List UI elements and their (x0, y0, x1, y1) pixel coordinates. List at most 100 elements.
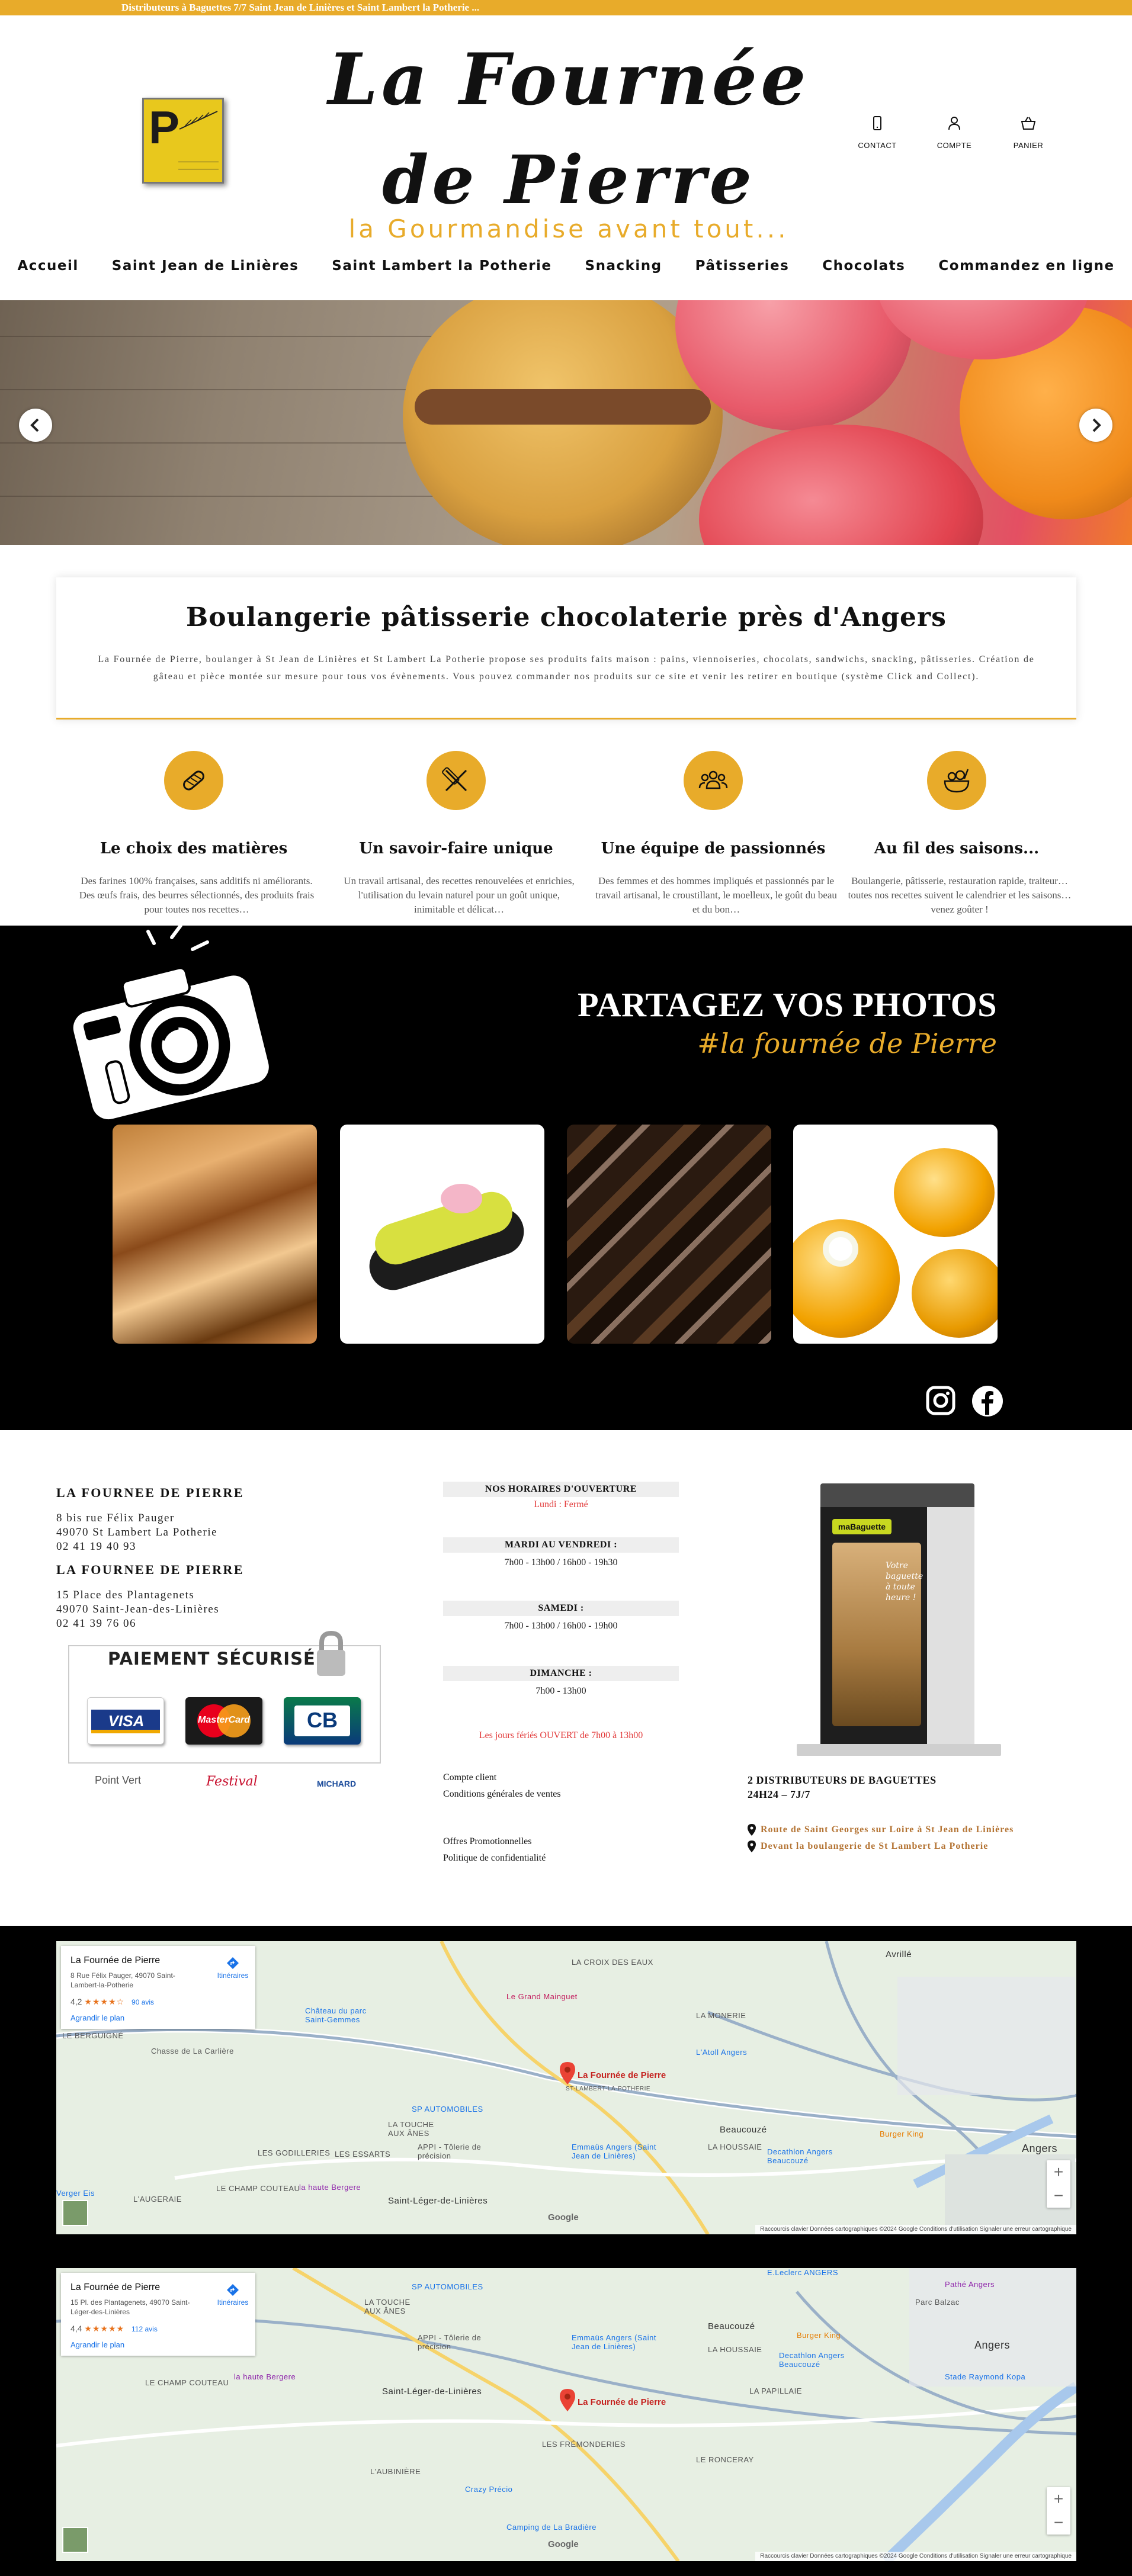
shop-phone[interactable]: 02 41 39 76 06 (56, 1617, 244, 1631)
slider-prev-button[interactable] (19, 409, 52, 442)
feature-saisons: Au fil des saisons... Boulangerie, pâtis… (838, 751, 1075, 917)
hours-block: SAMEDI : 7h00 - 13h00 / 16h00 - 19h00 (443, 1601, 679, 1631)
map-place-label: Stade Raymond Kopa (945, 2372, 1026, 2381)
shop-street: 15 Place des Plantagenets (56, 1589, 195, 1601)
secure-payment-box: PAIEMENT SÉCURISÉ VISA MasterCard CB (68, 1631, 381, 1764)
nav-item-patisseries[interactable]: Pâtisseries (679, 258, 806, 277)
map-marker-icon (560, 2062, 575, 2084)
map-place-label: Emmaüs Angers (Saint Jean de Linières) (572, 2143, 656, 2160)
map-zoom-control[interactable]: + − (1047, 2160, 1070, 2208)
distributor-link-2[interactable]: Devant la boulangerie de St Lambert La P… (748, 1838, 1014, 1855)
map-place-label: Burger King (797, 2331, 841, 2340)
contact-link[interactable]: CONTACT (848, 115, 907, 150)
photo-thumb-pastry[interactable] (340, 1125, 544, 1344)
camera-icon (70, 926, 271, 1121)
brand-title-line1[interactable]: La Fournée (308, 41, 829, 118)
map-place-label: Beaucouzé (720, 2125, 767, 2135)
announcement-text[interactable]: Distributeurs à Baguettes 7/7 Saint Jean… (121, 2, 479, 14)
feature-matieres: Le choix des matières Des farines 100% f… (75, 751, 314, 917)
map-attribution[interactable]: Raccourcis clavier Données cartographiqu… (755, 2225, 1076, 2234)
feature-equipe: Une équipe de passionnés Des femmes et d… (595, 751, 837, 917)
facebook-icon[interactable] (971, 1385, 1003, 1417)
distributor-link-1[interactable]: Route de Saint Georges sur Loire à St Je… (748, 1822, 1014, 1838)
shop-city: 49070 St Lambert La Potherie (56, 1526, 218, 1538)
star-rating-icon: ★★★★★ (84, 2324, 125, 2333)
link-offres[interactable]: Offres Promotionnelles (443, 1833, 546, 1850)
opening-hours: NOS HORAIRES D'OUVERTURE Lundi : Fermé (443, 1482, 679, 1510)
link-confidentialite[interactable]: Politique de confidentialité (443, 1850, 546, 1867)
map-reviews-link[interactable]: 112 avis (132, 2325, 158, 2333)
partner-logo-festival: Festival (206, 1774, 258, 1789)
map-place-label: Camping de La Bradière (506, 2523, 597, 2532)
map-place-label: Angers (1022, 2143, 1058, 2154)
site-logo[interactable]: P (142, 98, 224, 184)
map-place-label: ST-LAMBERT-LA-POTHERIE (566, 2086, 651, 2092)
map-enlarge-link[interactable]: Agrandir le plan (70, 2013, 124, 2022)
shop-city: 49070 Saint-Jean-des-Linières (56, 1603, 220, 1615)
nav-item-saint-lambert[interactable]: Saint Lambert la Potherie (315, 258, 568, 277)
nav-item-commandez[interactable]: Commandez en ligne (922, 258, 1131, 277)
map-place-label: LE RONCERAY (696, 2455, 754, 2464)
map-place-label: E.Leclerc ANGERS (767, 2268, 838, 2277)
map-place-label: L'Atoll Angers (696, 2048, 748, 2057)
rolling-pin-icon (442, 767, 467, 792)
map-saint-lambert[interactable]: La Fournée de Pierre 8 Rue Félix Pauger,… (56, 1941, 1076, 2234)
map-place-label: Avrillé (886, 1949, 912, 1960)
hours-time: 7h00 - 13h00 / 16h00 - 19h30 (504, 1557, 618, 1568)
baguette-machine-image: maBaguette Votre baguette à toute heure … (797, 1483, 1001, 1756)
shop-phone[interactable]: 02 41 19 40 93 (56, 1540, 244, 1554)
map-place-address: 15 Pl. des Plantagenets, 49070 Saint-Lég… (70, 2298, 190, 2316)
map-directions-button[interactable]: Itinéraires (215, 2283, 251, 2307)
directions-icon (227, 1957, 239, 1969)
hours-day: MARDI AU VENDREDI : (443, 1537, 679, 1553)
nav-item-saint-jean[interactable]: Saint Jean de Linières (95, 258, 316, 277)
hours-holiday-text: Les jours fériés OUVERT de 7h00 à 13h00 (479, 1730, 643, 1740)
map-saint-jean[interactable]: La Fournée de Pierre 15 Pl. des Plantage… (56, 2268, 1076, 2561)
map-place-address: 8 Rue Félix Pauger, 49070 Saint-Lambert-… (70, 1971, 175, 1989)
map-enlarge-link[interactable]: Agrandir le plan (70, 2340, 124, 2349)
map-layer-toggle[interactable] (62, 2527, 88, 2553)
feature-title: Un savoir-faire unique (359, 840, 553, 857)
map-reviews-link[interactable]: 90 avis (132, 1998, 154, 2006)
nav-item-snacking[interactable]: Snacking (569, 258, 679, 277)
link-cgv[interactable]: Conditions générales de ventes (443, 1786, 561, 1803)
map-place-label: Saint-Léger-de-Linières (382, 2387, 482, 2397)
photo-thumb-chocolates[interactable] (567, 1125, 771, 1344)
map-pin-label: La Fournée de Pierre (578, 2070, 666, 2080)
photo-thumb-eclairs[interactable] (113, 1125, 317, 1344)
shop-street: 8 bis rue Félix Pauger (56, 1512, 175, 1524)
hours-title: NOS HORAIRES D'OUVERTURE (443, 1482, 679, 1497)
user-icon (948, 117, 960, 130)
feature-title: Le choix des matières (100, 840, 288, 857)
map-place-label: LA TOUCHE AUX ÂNES (364, 2298, 411, 2315)
map-place-label: Pathé Angers (945, 2280, 995, 2289)
nav-item-accueil[interactable]: Accueil (1, 258, 95, 277)
map-place-label: LE CHAMP COUTEAU (216, 2184, 300, 2193)
photos-hashtag: #la fournée de Pierre (697, 1027, 997, 1059)
account-label: COMPTE (937, 141, 972, 150)
logo-small-text (178, 162, 219, 176)
team-icon (698, 770, 728, 789)
feature-title: Une équipe de passionnés (601, 840, 826, 857)
photo-thumb-domes[interactable] (793, 1125, 998, 1344)
food-bowl-icon (944, 769, 970, 793)
account-link[interactable]: COMPTE (925, 115, 984, 150)
brand-title-line2[interactable]: de Pierre (367, 145, 770, 216)
map-directions-button[interactable]: Itinéraires (215, 1957, 251, 1980)
map-zoom-control[interactable]: + − (1047, 2487, 1070, 2535)
map-place-label: LA HOUSSAIE (708, 2143, 762, 2151)
feature-savoir-faire: Un savoir-faire unique Un travail artisa… (338, 751, 575, 917)
visa-card-logo: VISA (87, 1697, 164, 1745)
slider-next-button[interactable] (1079, 409, 1112, 442)
hours-time: 7h00 - 13h00 / 16h00 - 19h00 (504, 1621, 618, 1631)
nav-item-chocolats[interactable]: Chocolats (806, 258, 922, 277)
map-layer-toggle[interactable] (62, 2200, 88, 2226)
instagram-icon[interactable] (925, 1385, 956, 1416)
link-compte-client[interactable]: Compte client (443, 1769, 561, 1786)
map-place-label: Le Grand Mainguet (506, 1992, 578, 2001)
feature-title: Au fil des saisons... (874, 840, 1040, 857)
cart-link[interactable]: PANIER (999, 115, 1058, 150)
map-attribution[interactable]: Raccourcis clavier Données cartographiqu… (755, 2552, 1076, 2561)
logo-letter: P (149, 101, 180, 153)
map-place-label: Angers (974, 2339, 1011, 2351)
